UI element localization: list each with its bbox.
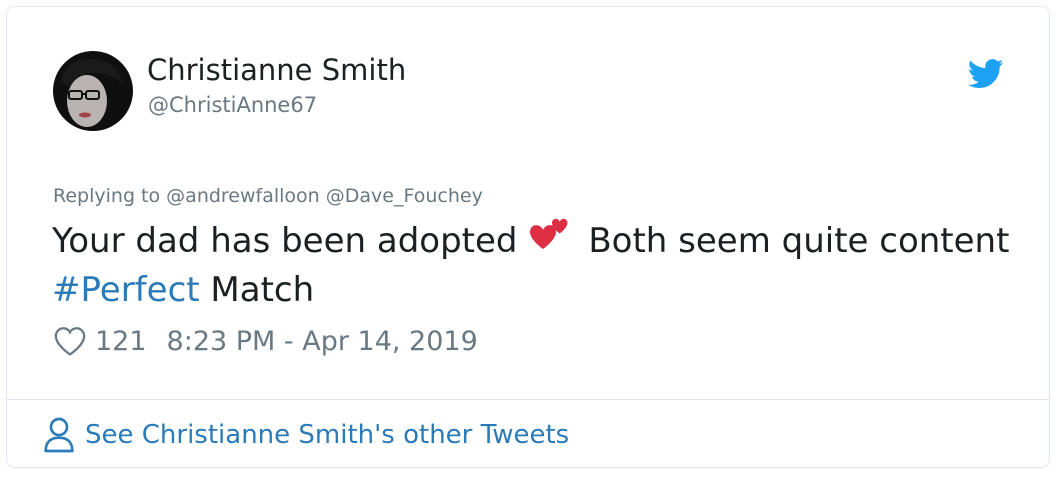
divider	[7, 399, 1049, 400]
like-count[interactable]: 121	[95, 326, 147, 357]
avatar-image	[53, 51, 133, 131]
other-tweets-label[interactable]: See Christianne Smith's other Tweets	[85, 420, 569, 450]
replying-to: Replying to @andrewfalloon @Dave_Fouchey	[53, 185, 483, 207]
tweet-text-part: Match	[199, 270, 315, 310]
tweet-text-part: Your dad has been adopted	[52, 221, 518, 261]
hashtag-link[interactable]: #Perfect	[52, 270, 200, 310]
two-hearts-emoji	[529, 218, 567, 249]
other-tweets-link[interactable]: See Christianne Smith's other Tweets	[43, 415, 569, 455]
author-handle[interactable]: @ChristiAnne67	[148, 93, 317, 117]
tweet-card: Christianne Smith @ChristiAnne67 Replyin…	[6, 6, 1050, 468]
person-icon	[44, 417, 74, 453]
twitter-bird-icon[interactable]	[968, 59, 1004, 89]
tweet-text-part: Both seem quite content	[577, 221, 1010, 261]
replying-prefix: Replying to	[53, 185, 161, 207]
heart-outline-icon[interactable]	[53, 325, 87, 357]
reply-mention[interactable]: @andrewfalloon	[166, 185, 320, 207]
author-name[interactable]: Christianne Smith	[147, 53, 406, 87]
tweet-timestamp[interactable]: 8:23 PM - Apr 14, 2019	[167, 326, 478, 357]
reply-mention[interactable]: @Dave_Fouchey	[326, 185, 483, 207]
tweet-text: Your dad has been adopted Both seem quit…	[52, 217, 1012, 315]
tweet-meta: 121 8:23 PM - Apr 14, 2019	[53, 321, 478, 361]
avatar[interactable]	[53, 51, 133, 131]
